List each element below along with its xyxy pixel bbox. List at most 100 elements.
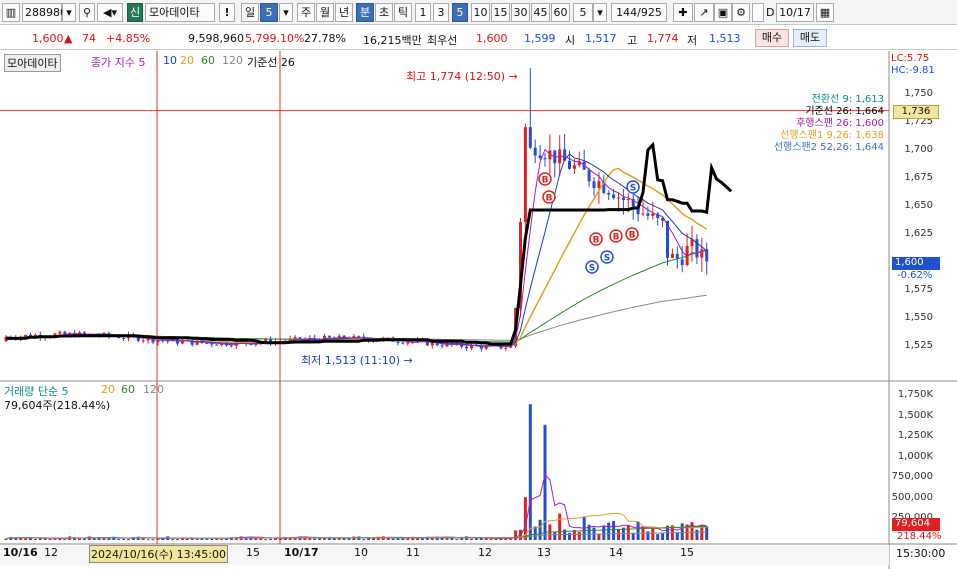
volume-bar bbox=[695, 529, 699, 540]
signal-letter: B bbox=[613, 233, 620, 243]
signal-letter: S bbox=[630, 184, 636, 194]
candle-body bbox=[327, 335, 331, 338]
date-input[interactable]: 10/17 bbox=[776, 3, 814, 22]
volume-bar bbox=[210, 538, 214, 540]
warning-button[interactable]: ! bbox=[219, 3, 235, 22]
volume-ratio: 5,799.10% bbox=[245, 32, 305, 45]
volume-bar bbox=[528, 404, 532, 540]
vol-ma-20[interactable]: 20 bbox=[101, 383, 115, 396]
volume-bar bbox=[680, 523, 684, 540]
period-tick-button[interactable]: 틱 bbox=[394, 3, 412, 22]
x-axis-end: 15:30:00 bbox=[896, 547, 946, 560]
y-tick: 1,650 bbox=[904, 200, 933, 211]
range-value: 144 bbox=[616, 6, 638, 19]
ma-label[interactable]: 종가 지수 5 bbox=[91, 54, 145, 70]
count-input[interactable]: 5 bbox=[573, 3, 593, 22]
low-price: 1,513 bbox=[709, 32, 741, 45]
ma-60[interactable]: 60 bbox=[201, 54, 215, 67]
candle-body bbox=[58, 331, 62, 334]
panel-icon[interactable]: ▥ bbox=[2, 3, 20, 22]
chart-stock-name[interactable]: 모아데이타 bbox=[4, 54, 61, 72]
checkbox[interactable] bbox=[752, 3, 764, 22]
volume-bar bbox=[127, 539, 130, 541]
ask-price: 1,600 bbox=[476, 32, 508, 45]
candle-body bbox=[592, 181, 596, 188]
x-tick: 12 bbox=[44, 546, 58, 559]
candle-body bbox=[406, 342, 410, 344]
sell-signal-marker: S bbox=[600, 250, 614, 264]
minute-45-button[interactable]: 45 bbox=[531, 3, 550, 22]
candle-body bbox=[465, 346, 469, 349]
bid-price: 1,599 bbox=[524, 32, 556, 45]
volume-bar bbox=[195, 538, 199, 540]
vol-ma-60[interactable]: 60 bbox=[121, 383, 135, 396]
gear-icon[interactable]: ⚙ bbox=[732, 3, 750, 22]
period-second-button[interactable]: 초 bbox=[375, 3, 393, 22]
period-week-button[interactable]: 주 bbox=[297, 3, 315, 22]
chevron-down-icon[interactable]: ▾ bbox=[593, 3, 607, 22]
crosshair-icon[interactable]: ✚ bbox=[673, 3, 693, 22]
stock-name[interactable]: 모아데이타 bbox=[145, 3, 215, 22]
chevron-down-icon[interactable]: ▾ bbox=[62, 3, 76, 22]
period-year-button[interactable]: 년 bbox=[335, 3, 353, 22]
candle-body bbox=[440, 345, 444, 347]
stock-code-input[interactable]: 288980 bbox=[22, 3, 67, 22]
volume-bar bbox=[558, 513, 562, 540]
x-tick: 11 bbox=[406, 546, 420, 559]
minute-5-button[interactable]: 5 bbox=[452, 3, 468, 22]
candle-body bbox=[63, 331, 67, 335]
lc-label: LC:5.75 bbox=[891, 53, 930, 64]
minute-3-button[interactable]: 3 bbox=[433, 3, 449, 22]
vol-ma-120[interactable]: 120 bbox=[143, 383, 164, 396]
vol-pct: 218.44% bbox=[897, 531, 942, 542]
vol-y-tick: 1,750K bbox=[897, 389, 933, 400]
volume-bar bbox=[602, 526, 606, 540]
volume-bar bbox=[421, 538, 424, 540]
ma-120[interactable]: 120 bbox=[222, 54, 243, 67]
x-axis: 10/16 12 2024/10/16(수) 13:45:00 15 10/17… bbox=[0, 545, 889, 565]
volume-bar bbox=[117, 538, 121, 540]
current-price: 1,600 bbox=[32, 32, 64, 45]
volume-bar bbox=[151, 539, 155, 541]
period-day-button[interactable]: 일 bbox=[241, 3, 259, 22]
minute-10-button[interactable]: 10 bbox=[471, 3, 490, 22]
search-icon[interactable]: ⚲ bbox=[79, 3, 95, 22]
volume-bar bbox=[636, 521, 640, 540]
period-month-button[interactable]: 월 bbox=[316, 3, 334, 22]
buy-button[interactable]: 매수 bbox=[755, 29, 789, 47]
high-price: 1,774 bbox=[647, 32, 679, 45]
candle-body bbox=[543, 158, 547, 160]
candle-body bbox=[700, 249, 704, 258]
volume-bar bbox=[396, 538, 400, 540]
volume-bar bbox=[82, 538, 86, 540]
speaker-icon[interactable]: ◀▾ bbox=[97, 3, 123, 22]
minute-30-button[interactable]: 30 bbox=[511, 3, 530, 22]
candle-body bbox=[607, 192, 611, 195]
ma-20[interactable]: 20 bbox=[180, 54, 194, 67]
candle-body bbox=[293, 337, 297, 339]
checkbox-label: D bbox=[766, 6, 775, 19]
base-line-label[interactable]: 기준선 26 bbox=[247, 54, 295, 70]
minute-60-button[interactable]: 60 bbox=[551, 3, 570, 22]
vol-tag: 79,604 bbox=[892, 518, 940, 531]
candle-body bbox=[597, 181, 601, 188]
draw-tool-icon[interactable]: ↗ bbox=[694, 3, 714, 22]
period-minute-button[interactable]: 분 bbox=[356, 3, 374, 22]
ma-10[interactable]: 10 bbox=[163, 54, 177, 67]
current-price-tag: 1,736 bbox=[893, 105, 939, 119]
minute-15-button[interactable]: 15 bbox=[491, 3, 510, 22]
volume-bar bbox=[489, 538, 493, 540]
y-tick: 1,550 bbox=[904, 312, 933, 323]
range-display[interactable]: 144/925 bbox=[611, 3, 667, 22]
vol-y-tick: 1,500K bbox=[897, 409, 933, 421]
price-change-pct: +4.85% bbox=[106, 32, 151, 45]
minute-1-button[interactable]: 1 bbox=[415, 3, 431, 22]
calendar-icon[interactable]: ▦ bbox=[816, 3, 834, 22]
sell-button[interactable]: 매도 bbox=[793, 29, 827, 47]
period-num-button[interactable]: 5 bbox=[260, 3, 278, 22]
candle-body bbox=[626, 199, 630, 201]
save-icon[interactable]: ▣ bbox=[714, 3, 732, 22]
candle-body bbox=[670, 253, 674, 258]
chevron-down-icon[interactable]: ▾ bbox=[279, 3, 293, 22]
volume-bar bbox=[661, 533, 665, 540]
